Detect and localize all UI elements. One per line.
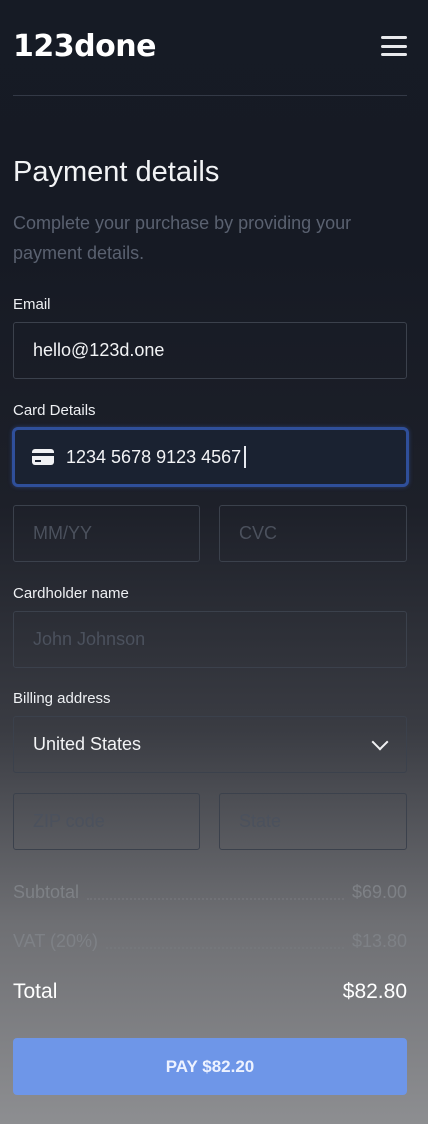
total-row: Total $82.80 (13, 980, 407, 1004)
state-field[interactable]: State (219, 793, 407, 850)
total-label: Total (13, 980, 58, 1003)
text-cursor (244, 446, 247, 468)
subtotal-label: Subtotal (13, 882, 80, 902)
email-field[interactable]: hello@123d.one (13, 322, 407, 379)
cvc-field[interactable]: CVC (219, 505, 407, 562)
credit-card-icon (32, 449, 54, 465)
logo[interactable]: 123done (13, 29, 156, 64)
subtotal-row: Subtotal $69.00 (13, 882, 407, 903)
card-number-field[interactable]: 1234 5678 9123 4567 (12, 427, 409, 487)
expiry-placeholder: MM/YY (33, 523, 93, 543)
email-label: Email (13, 296, 51, 313)
vat-label: VAT (20%) (13, 931, 99, 951)
vat-value: $13.80 (351, 931, 407, 951)
page-title: Payment details (13, 156, 220, 188)
state-placeholder: State (239, 811, 282, 831)
header-divider (13, 95, 407, 96)
chevron-down-icon (371, 733, 389, 750)
subtotal-value: $69.00 (351, 882, 407, 902)
cardholder-placeholder: John Johnson (33, 629, 146, 649)
country-value: United States (33, 734, 142, 754)
card-number-value: 1234 5678 9123 4567 (66, 446, 242, 467)
cardholder-label: Cardholder name (13, 585, 129, 602)
app-header: 123done (13, 26, 407, 66)
expiry-field[interactable]: MM/YY (13, 505, 200, 562)
country-select[interactable]: United States (13, 716, 407, 773)
email-value: hello@123d.one (33, 340, 165, 360)
dotted-leader (106, 946, 344, 949)
page-subtitle: Complete your purchase by providing your… (13, 213, 352, 263)
pay-button[interactable]: PAY $82.20 (13, 1038, 407, 1095)
dotted-leader (87, 897, 344, 900)
billing-address-label: Billing address (13, 690, 111, 707)
total-value: $82.80 (342, 980, 407, 1003)
cvc-placeholder: CVC (239, 523, 278, 543)
cardholder-name-field[interactable]: John Johnson (13, 611, 407, 668)
hamburger-menu-icon[interactable] (381, 36, 407, 56)
card-details-label: Card Details (13, 402, 96, 419)
zip-field[interactable]: ZIP code (13, 793, 200, 850)
vat-row: VAT (20%) $13.80 (13, 931, 407, 952)
zip-placeholder: ZIP code (33, 811, 105, 831)
